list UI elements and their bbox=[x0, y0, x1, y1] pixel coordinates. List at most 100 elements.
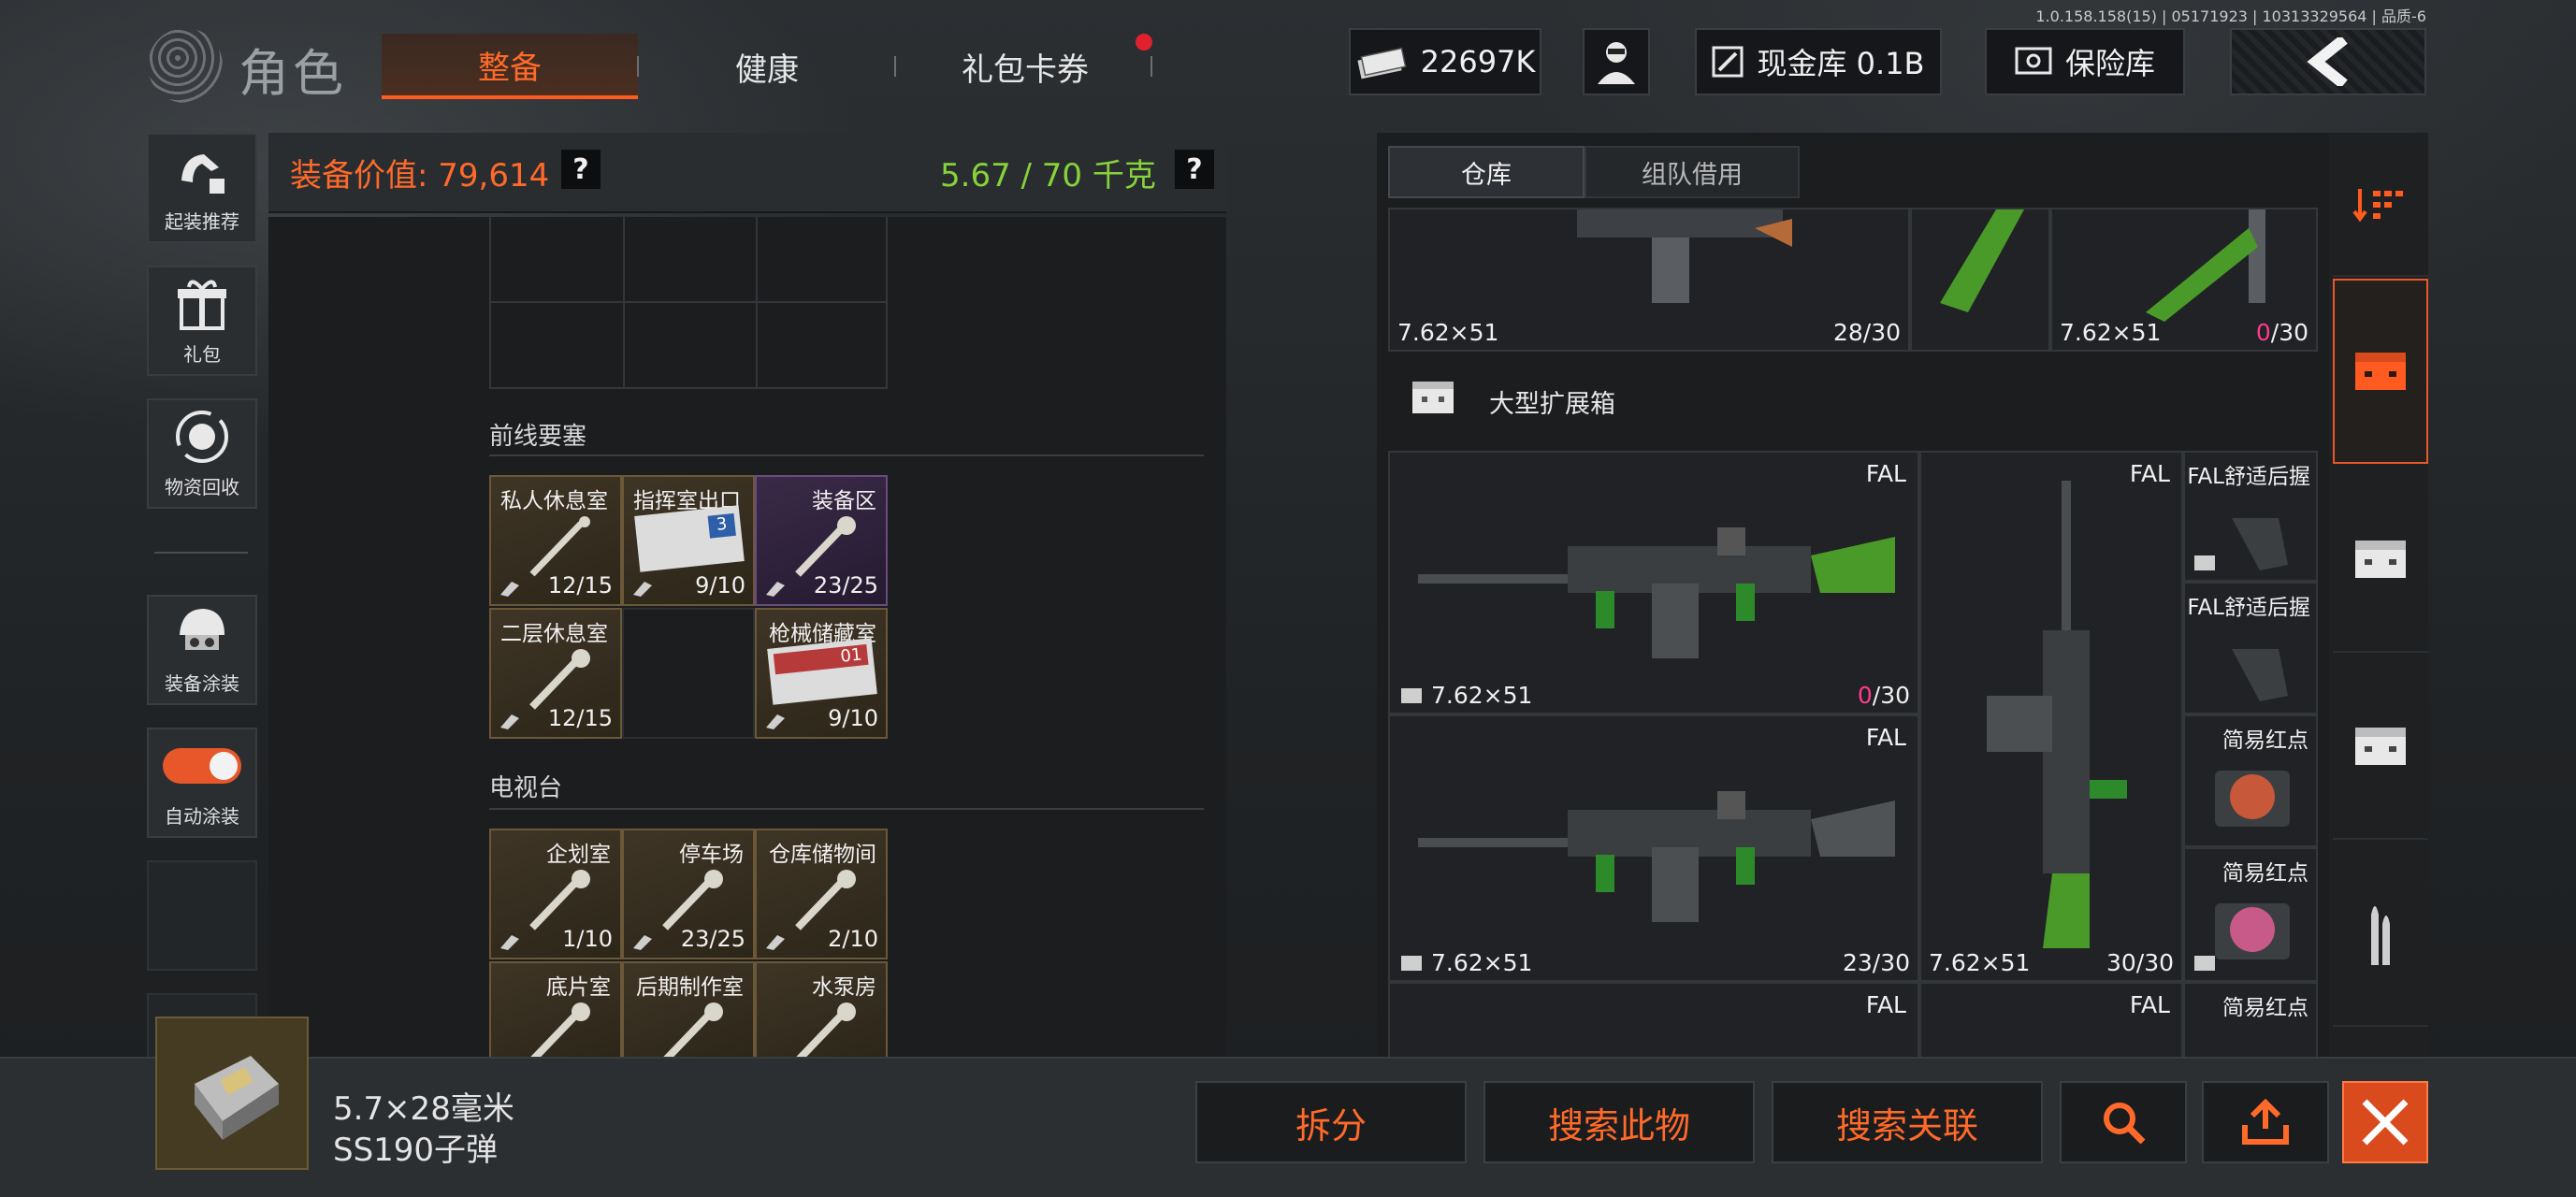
section-divider bbox=[489, 454, 1204, 456]
fal-rifle-icon bbox=[1987, 481, 2127, 948]
key-cell[interactable]: 企划室 1/10 bbox=[489, 829, 622, 959]
warehouse-item-rifle[interactable]: FAL 7.62×51 0/30 bbox=[1388, 451, 1919, 714]
key-name: 水泵房 bbox=[812, 975, 876, 1000]
close-button[interactable] bbox=[2342, 1081, 2428, 1163]
red-dot-sight-icon bbox=[2215, 903, 2290, 959]
search-item-button[interactable]: 搜索此物 bbox=[1483, 1081, 1755, 1163]
large-box-icon bbox=[2355, 353, 2406, 390]
upload-icon bbox=[2242, 1099, 2289, 1145]
upload-button[interactable] bbox=[2202, 1081, 2329, 1163]
key-name: 二层休息室 bbox=[500, 622, 608, 646]
caliber-label: 7.62×51 bbox=[1431, 949, 1533, 976]
tab-divider bbox=[637, 56, 639, 77]
container-tab-large-box[interactable] bbox=[2333, 279, 2428, 464]
sort-button[interactable] bbox=[2333, 137, 2428, 277]
key-cell[interactable]: 仓库储物间 2/10 bbox=[755, 829, 888, 959]
keycard-code: 01 bbox=[773, 643, 869, 675]
key-name: 后期制作室 bbox=[636, 975, 744, 1000]
warehouse-item-red-dot[interactable]: 简易红点 bbox=[2183, 714, 2318, 847]
key-cell[interactable]: 二层休息室 12/15 bbox=[489, 608, 622, 739]
warehouse-item-rifle[interactable]: FAL 7.62×51 23/30 bbox=[1388, 714, 1919, 982]
sidebar-loadout-recommend[interactable]: 起装推荐 bbox=[147, 133, 257, 243]
warehouse-item-grip[interactable]: FAL舒适后握 bbox=[2183, 582, 2318, 714]
search-button[interactable] bbox=[2060, 1081, 2187, 1163]
key-flag-icon bbox=[766, 714, 785, 729]
sidebar-recycle[interactable]: 物资回收 bbox=[147, 398, 257, 509]
warehouse-item-rifle-vertical[interactable]: FAL 7.62×51 30/30 bbox=[1919, 451, 2183, 982]
sidebar-label: 物资回收 bbox=[165, 476, 239, 498]
container-tab-ammo[interactable] bbox=[2333, 842, 2428, 1027]
split-button[interactable]: 拆分 bbox=[1195, 1081, 1467, 1163]
sidebar-label: 起装推荐 bbox=[165, 210, 239, 233]
key-cell[interactable]: 停车场 23/25 bbox=[622, 829, 755, 959]
tab-team-borrow[interactable]: 组队借用 bbox=[1585, 146, 1800, 198]
key-cell[interactable]: 底片室 bbox=[489, 961, 622, 1063]
sidebar-label: 自动涂装 bbox=[165, 805, 239, 828]
tab-gift-cards[interactable]: 礼包卡券 bbox=[913, 34, 1137, 99]
close-icon bbox=[2362, 1099, 2409, 1146]
sidebar-auto-skin[interactable]: 自动涂装 bbox=[147, 728, 257, 838]
stock-icon bbox=[1940, 209, 2024, 312]
currency-display[interactable]: 22697K bbox=[1349, 28, 1541, 95]
container-badge-icon bbox=[2194, 956, 2215, 971]
warehouse-item-rifle[interactable]: 7.62×51 0/30 bbox=[2050, 208, 2318, 352]
key-cell[interactable]: 枪械储藏室 01 9/10 bbox=[755, 608, 888, 739]
carry-weight: 5.67 / 70 千克 bbox=[940, 157, 1156, 195]
ammo-icon bbox=[2371, 906, 2390, 965]
warehouse-item-red-dot[interactable]: 简易红点 bbox=[2183, 982, 2318, 1059]
key-name: 装备区 bbox=[812, 489, 876, 513]
key-cell[interactable]: 私人休息室 12/15 bbox=[489, 475, 622, 606]
warehouse-item-rifle[interactable]: FAL bbox=[1919, 982, 2183, 1059]
warehouse-item-grip[interactable]: FAL舒适后握 bbox=[2183, 451, 2318, 582]
cash-vault-button[interactable]: 现金库 0.1B bbox=[1695, 28, 1942, 95]
item-name: FAL bbox=[2129, 991, 2170, 1018]
tab-divider bbox=[894, 56, 896, 77]
item-name: 简易红点 bbox=[2222, 861, 2308, 886]
sidebar-gift[interactable]: 礼包 bbox=[147, 266, 257, 376]
keycard-icon: 01 bbox=[767, 638, 877, 705]
equipment-value-help-button[interactable]: ? bbox=[561, 150, 601, 189]
ammo-count: 23/30 bbox=[1842, 949, 1910, 976]
agent-avatar-icon bbox=[1598, 42, 1635, 84]
container-title: 大型扩展箱 bbox=[1489, 390, 1615, 419]
carry-weight-help-button[interactable]: ? bbox=[1175, 150, 1214, 189]
safe-label: 保险库 bbox=[2064, 46, 2155, 81]
fal-rifle-icon bbox=[1418, 527, 1895, 658]
sidebar-empty-slot bbox=[147, 860, 257, 971]
search-related-button[interactable]: 搜索关联 bbox=[1772, 1081, 2043, 1163]
key-cell[interactable]: 后期制作室 bbox=[622, 961, 755, 1063]
tab-warehouse[interactable]: 仓库 bbox=[1388, 146, 1585, 198]
warehouse-item-red-dot[interactable]: 简易红点 bbox=[2183, 847, 2318, 982]
back-button[interactable] bbox=[2230, 28, 2426, 95]
cash-stack-icon bbox=[1357, 47, 1407, 79]
cash-vault-label: 现金库 0.1B bbox=[1757, 46, 1925, 81]
key-cell[interactable]: 水泵房 bbox=[755, 961, 888, 1063]
caliber-label: 7.62×51 bbox=[2060, 319, 2162, 346]
warehouse-item-stock[interactable] bbox=[1910, 208, 2050, 352]
sort-icon bbox=[2352, 189, 2403, 223]
item-name: FAL舒适后握 bbox=[2187, 596, 2310, 620]
key-cell-empty bbox=[622, 608, 755, 739]
sidebar-label: 礼包 bbox=[183, 343, 221, 366]
sidebar-equipment-skin[interactable]: 装备涂装 bbox=[147, 595, 257, 705]
tab-health[interactable]: 健康 bbox=[655, 34, 879, 99]
warehouse-item-rifle[interactable]: FAL bbox=[1388, 982, 1919, 1059]
selected-item-thumbnail[interactable] bbox=[155, 1017, 309, 1170]
selected-item-name: SS190子弹 bbox=[333, 1132, 499, 1169]
fal-rifle-icon bbox=[1418, 791, 1895, 922]
section-divider bbox=[489, 808, 1204, 810]
container-badge-icon bbox=[2194, 555, 2215, 570]
key-cell[interactable]: 指挥室出口 3 9/10 bbox=[622, 475, 755, 606]
container-tab-box[interactable] bbox=[2333, 468, 2428, 653]
tab-equipment[interactable]: 整备 bbox=[382, 34, 638, 99]
auto-skin-toggle[interactable] bbox=[163, 747, 241, 784]
safe-box-button[interactable]: 保险库 bbox=[1985, 28, 2185, 95]
version-info: 1.0.158.158(15) | 05171923 | 10313329564… bbox=[2035, 7, 2426, 25]
search-icon bbox=[2104, 1103, 2146, 1145]
support-agent-button[interactable] bbox=[1583, 28, 1650, 95]
grip-icon bbox=[2232, 518, 2288, 570]
key-cell[interactable]: 装备区 23/25 bbox=[755, 475, 888, 606]
box-icon bbox=[2355, 541, 2406, 578]
container-tab-box[interactable] bbox=[2333, 655, 2428, 840]
warehouse-item-rifle[interactable]: 7.62×51 28/30 bbox=[1388, 208, 1910, 352]
